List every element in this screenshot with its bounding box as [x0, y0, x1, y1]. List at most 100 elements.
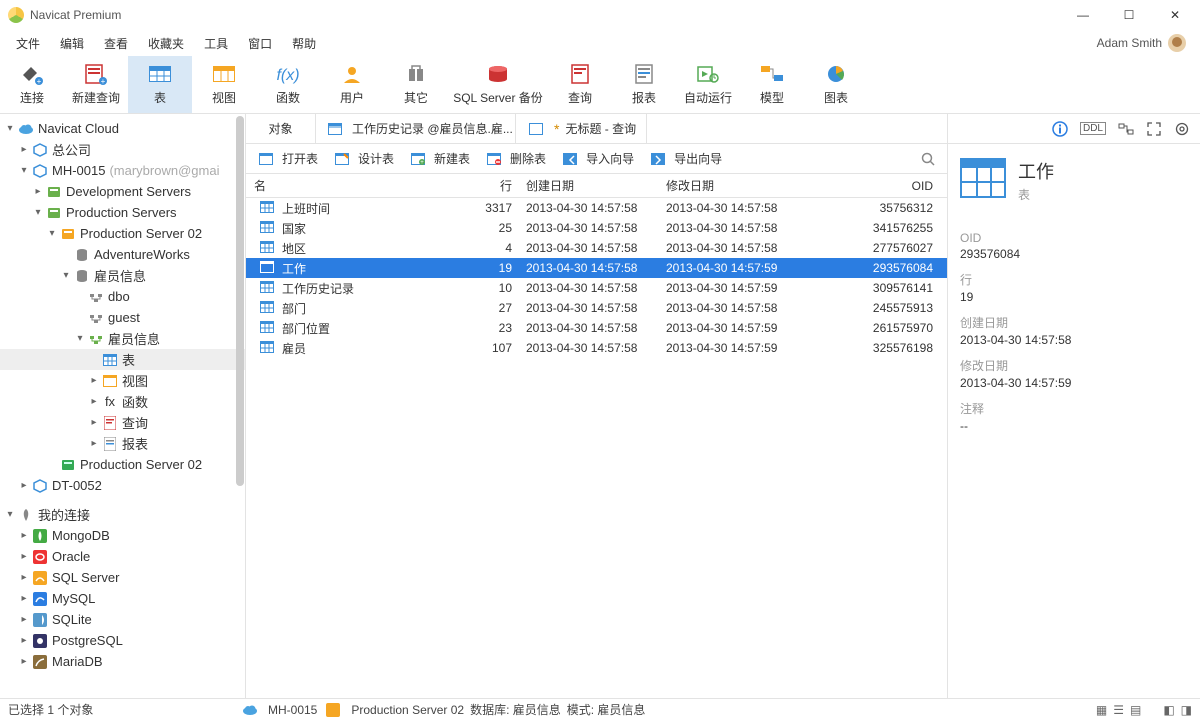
- chevron-right-icon[interactable]: ▸: [18, 551, 30, 562]
- subtool-5[interactable]: 导出向导: [648, 150, 722, 167]
- tab-query[interactable]: * 无标题 - 查询: [516, 114, 647, 143]
- menu-edit[interactable]: 编辑: [50, 32, 94, 55]
- subtool-1[interactable]: 设计表: [332, 150, 394, 167]
- tree-node[interactable]: ▸表: [0, 349, 245, 370]
- sidebar-scrollbar[interactable]: [236, 116, 244, 486]
- menu-window[interactable]: 窗口: [238, 32, 282, 55]
- menu-file[interactable]: 文件: [6, 32, 50, 55]
- chevron-down-icon[interactable]: ▾: [32, 207, 44, 218]
- chevron-right-icon[interactable]: ▸: [18, 572, 30, 583]
- menu-tools[interactable]: 工具: [194, 32, 238, 55]
- tree-node[interactable]: ▾MH-0015(marybrown@gmai: [0, 160, 245, 181]
- chevron-right-icon[interactable]: ▸: [88, 375, 100, 386]
- user-account[interactable]: Adam Smith: [1097, 34, 1194, 52]
- tree-node[interactable]: ▸MySQL: [0, 588, 245, 609]
- chevron-right-icon[interactable]: ▸: [18, 614, 30, 625]
- tool-table[interactable]: 表: [128, 56, 192, 113]
- tree-node[interactable]: ▾Navicat Cloud: [0, 118, 245, 139]
- tool-connect[interactable]: +连接: [0, 56, 64, 113]
- layout-right-icon[interactable]: ◨: [1181, 703, 1192, 717]
- menu-fav[interactable]: 收藏夹: [138, 32, 194, 55]
- chevron-down-icon[interactable]: ▾: [60, 270, 72, 281]
- table-row[interactable]: 部门位置232013-04-30 14:57:582013-04-30 14:5…: [246, 318, 947, 338]
- chevron-right-icon[interactable]: ▸: [88, 396, 100, 407]
- relation-icon[interactable]: [1118, 121, 1134, 137]
- tool-view[interactable]: 视图: [192, 56, 256, 113]
- tool-other[interactable]: 其它: [384, 56, 448, 113]
- tool-user[interactable]: 用户: [320, 56, 384, 113]
- tree-node[interactable]: ▸总公司: [0, 139, 245, 160]
- tree-node[interactable]: ▸Oracle: [0, 546, 245, 567]
- chevron-right-icon[interactable]: ▸: [18, 593, 30, 604]
- tool-newquery[interactable]: +新建查询: [64, 56, 128, 113]
- col-created[interactable]: 创建日期: [526, 177, 666, 194]
- tree-node[interactable]: ▸Development Servers: [0, 181, 245, 202]
- tree-node[interactable]: ▸DT-0052: [0, 475, 245, 496]
- view-list-icon[interactable]: ☰: [1113, 703, 1124, 717]
- chevron-right-icon[interactable]: ▸: [32, 186, 44, 197]
- chevron-down-icon[interactable]: ▾: [18, 165, 30, 176]
- minimize-button[interactable]: —: [1070, 8, 1096, 22]
- layout-left-icon[interactable]: ◧: [1163, 703, 1174, 717]
- table-row[interactable]: 工作192013-04-30 14:57:582013-04-30 14:57:…: [246, 258, 947, 278]
- tree-node[interactable]: ▸查询: [0, 412, 245, 433]
- subtool-0[interactable]: 打开表: [256, 150, 318, 167]
- chevron-right-icon[interactable]: ▸: [18, 635, 30, 646]
- view-grid-icon[interactable]: ▦: [1096, 703, 1107, 717]
- tree-node[interactable]: ▾雇员信息: [0, 265, 245, 286]
- view-detail-icon[interactable]: ▤: [1130, 703, 1141, 717]
- chevron-down-icon[interactable]: ▾: [74, 333, 86, 344]
- col-modified[interactable]: 修改日期: [666, 177, 806, 194]
- tree-node[interactable]: ▸fx函数: [0, 391, 245, 412]
- tool-model[interactable]: 模型: [740, 56, 804, 113]
- chevron-right-icon[interactable]: ▸: [18, 656, 30, 667]
- subtool-4[interactable]: 导入向导: [560, 150, 634, 167]
- info-icon[interactable]: [1052, 121, 1068, 137]
- table-row[interactable]: 部门272013-04-30 14:57:582013-04-30 14:57:…: [246, 298, 947, 318]
- col-oid[interactable]: OID: [806, 179, 947, 193]
- tree-node[interactable]: ▾Production Server 02: [0, 223, 245, 244]
- tree-node[interactable]: ▾我的连接: [0, 504, 245, 525]
- subtool-2[interactable]: +新建表: [408, 150, 470, 167]
- tree-node[interactable]: ▸PostgreSQL: [0, 630, 245, 651]
- col-rows[interactable]: 行: [456, 177, 526, 194]
- chevron-right-icon[interactable]: ▸: [18, 480, 30, 491]
- tool-report[interactable]: 报表: [612, 56, 676, 113]
- tree-node[interactable]: ▸SQL Server: [0, 567, 245, 588]
- tool-chart[interactable]: 图表: [804, 56, 868, 113]
- chevron-right-icon[interactable]: ▸: [88, 417, 100, 428]
- tree-node[interactable]: ▸guest: [0, 307, 245, 328]
- ddl-icon[interactable]: DDL: [1080, 122, 1106, 135]
- menu-view[interactable]: 查看: [94, 32, 138, 55]
- tree-node[interactable]: ▸MariaDB: [0, 651, 245, 672]
- tool-autorun[interactable]: 自动运行: [676, 56, 740, 113]
- gear-icon[interactable]: [1174, 121, 1190, 137]
- menu-help[interactable]: 帮助: [282, 32, 326, 55]
- table-row[interactable]: 国家252013-04-30 14:57:582013-04-30 14:57:…: [246, 218, 947, 238]
- chevron-down-icon[interactable]: ▾: [4, 509, 16, 520]
- tree-node[interactable]: ▸dbo: [0, 286, 245, 307]
- table-row[interactable]: 上班时间33172013-04-30 14:57:582013-04-30 14…: [246, 198, 947, 218]
- tree-node[interactable]: ▸AdventureWorks: [0, 244, 245, 265]
- col-name[interactable]: 名: [246, 177, 456, 194]
- expand-icon[interactable]: [1146, 121, 1162, 137]
- maximize-button[interactable]: ☐: [1116, 8, 1142, 22]
- close-button[interactable]: ✕: [1162, 8, 1188, 22]
- subtool-3[interactable]: 删除表: [484, 150, 546, 167]
- table-row[interactable]: 工作历史记录102013-04-30 14:57:582013-04-30 14…: [246, 278, 947, 298]
- chevron-down-icon[interactable]: ▾: [4, 123, 16, 134]
- chevron-down-icon[interactable]: ▾: [46, 228, 58, 239]
- chevron-right-icon[interactable]: ▸: [88, 438, 100, 449]
- tree-node[interactable]: ▸MongoDB: [0, 525, 245, 546]
- tab-openedtable[interactable]: 工作历史记录 @雇员信息.雇...: [316, 114, 516, 143]
- tree-node[interactable]: ▸Production Server 02: [0, 454, 245, 475]
- tool-sqlbackup[interactable]: SQL Server 备份: [448, 56, 548, 113]
- search-icon[interactable]: [921, 152, 935, 166]
- tab-objects[interactable]: 对象: [246, 114, 316, 143]
- tool-func[interactable]: f(x)函数: [256, 56, 320, 113]
- tree-node[interactable]: ▾雇员信息: [0, 328, 245, 349]
- table-row[interactable]: 雇员1072013-04-30 14:57:582013-04-30 14:57…: [246, 338, 947, 358]
- tree-node[interactable]: ▸SQLite: [0, 609, 245, 630]
- chevron-right-icon[interactable]: ▸: [18, 144, 30, 155]
- table-row[interactable]: 地区42013-04-30 14:57:582013-04-30 14:57:5…: [246, 238, 947, 258]
